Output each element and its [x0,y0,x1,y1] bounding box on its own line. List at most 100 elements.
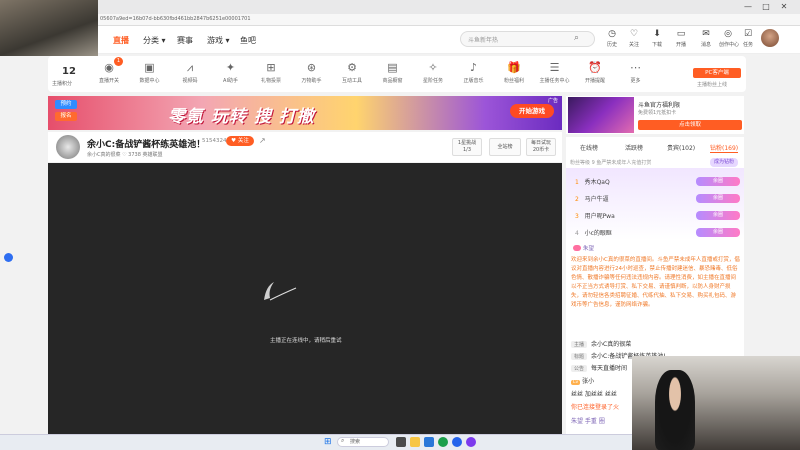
tool-item[interactable]: ▣ 数据中心 [133,61,167,84]
start-game-button[interactable]: 开始游戏 [510,104,554,118]
tab-vip[interactable]: 贵宾(102) [667,143,695,152]
url-text[interactable]: 05607a9ed=16b07d-bb630fbd461bb2847b6251e… [100,16,251,22]
tool-item[interactable]: ⋯ 更多 [619,61,653,84]
tool-label: 礼物投票 [260,78,281,84]
tool-icon: ✦ [225,61,236,74]
search-input[interactable]: 斗鱼新年热 [468,35,498,44]
tool-label: 直播开关 [98,78,119,84]
store-icon[interactable] [424,437,434,447]
rank-row[interactable]: 1 秀木QaQ [575,177,610,186]
app-icon[interactable] [466,437,476,447]
tool-label: 视频码 [182,78,198,84]
follow-button[interactable]: ♥ 关注 [226,136,254,146]
broadcast-label[interactable]: 开播 [670,41,692,48]
banner-headline: 零氪 玩转 搜 打撤 [168,107,315,127]
daily-trial-box[interactable]: 每日试玩 20币卡 [526,138,556,156]
close-button[interactable]: ✕ [778,2,790,12]
star-challenge-box[interactable]: 1星挑战 1/3 [452,138,482,156]
level-label[interactable]: 主播积分 [52,80,72,87]
download-icon[interactable]: ⬇ [648,29,666,39]
download-label[interactable]: 下载 [646,41,668,48]
nav-fishbar[interactable]: 鱼吧 [240,35,256,46]
room-id: 5154324 [202,138,227,144]
tool-icon: ✧ [428,61,438,74]
windows-start-icon[interactable]: ⊞ [324,437,332,447]
pc-client-button[interactable]: PC客户端 [693,68,741,78]
tool-item[interactable]: ✧ 星阶任务 [416,61,450,84]
tool-label: AI助手 [223,78,238,84]
broadcast-icon[interactable]: ▭ [672,29,690,39]
minimize-button[interactable]: — [742,2,754,12]
history-label[interactable]: 历史 [601,41,623,48]
tool-item[interactable]: ⏰ 开播提醒 [578,61,612,84]
creator-icon[interactable]: ◎ [719,29,737,39]
share-icon[interactable]: ↗ [259,136,266,145]
tool-label: 商品橱窗 [382,78,403,84]
tab-active[interactable]: 活跃榜 [625,143,643,152]
tool-icon: ▣ [144,61,155,74]
rank-badge: 余圈 [696,228,740,237]
nav-live[interactable]: 直播 [113,35,129,46]
rank-row[interactable]: 2 马户牛逼 [575,194,609,203]
task-label[interactable]: 任务 [737,41,759,48]
tool-item[interactable]: ◉ 直播开关 [92,61,126,84]
tool-label: 更多 [630,78,641,84]
browser-icon[interactable] [438,437,448,447]
app-icon[interactable] [452,437,462,447]
tool-icon: 🎁 [507,61,521,74]
rank-row[interactable]: 3 用户昵Pwa [575,211,615,220]
tool-icon: ⋯ [630,61,641,74]
webcam-person [655,370,695,450]
right-ad-sub: 免费领1元抵扣卡 [638,110,677,116]
maximize-button[interactable]: □ [760,2,772,12]
loading-icon [264,282,297,301]
search-icon[interactable]: ⌕ [574,33,579,43]
taskview-icon[interactable] [396,437,406,447]
tab-online[interactable]: 在线榜 [580,143,598,152]
rank-badge: 余圈 [696,194,740,203]
chat-username[interactable]: 朱望 [583,244,594,252]
explorer-icon[interactable] [410,437,420,447]
tool-label: 互动工具 [341,78,362,84]
floating-assist-icon[interactable] [4,253,13,262]
tool-item[interactable]: ☰ 主播任务中心 [538,61,572,84]
taskbar-search-label[interactable]: 搜索 [350,438,360,445]
tool-item[interactable]: ⊛ 万物助手 [295,61,329,84]
tool-item[interactable]: ♪ 正版音乐 [457,61,491,84]
tool-icon: ⏰ [588,61,602,74]
task-icon[interactable]: ☑ [739,29,757,39]
tool-label: 粉丝福利 [503,78,524,84]
tool-label: 万物助手 [301,78,322,84]
banner-badge-reserve[interactable]: 预约 [55,100,77,109]
become-diamond-button[interactable]: 成为钻粉 [710,158,738,167]
follow-label[interactable]: 关注 [623,41,645,48]
taskbar-search-icon[interactable]: ⌕ [341,437,344,445]
banner-badge-signup[interactable]: 报名 [55,112,77,121]
tool-icon: ⊛ [306,61,317,74]
nav-games[interactable]: 游戏 ▾ [207,35,230,46]
chat-message: 丝丝 加丝丝 丝丝 [571,391,617,398]
site-rank-box[interactable]: 全站榜 [489,138,521,156]
nav-events[interactable]: 赛事 [177,35,193,46]
streamer-avatar[interactable] [56,135,80,159]
history-icon[interactable]: ◷ [603,29,621,39]
tool-item[interactable]: ⚙ 互动工具 [335,61,369,84]
tool-item[interactable]: ⊞ 礼物投票 [254,61,288,84]
rank-header: 粉丝等级 9 鱼严禁未成年人充值打赏 [570,160,652,166]
level-icon [573,245,581,251]
tool-item[interactable]: ▤ 商品橱窗 [376,61,410,84]
right-ad-image[interactable] [568,97,634,133]
heart-icon[interactable]: ♡ [625,29,643,39]
tab-diamond-fans[interactable]: 钻粉(169) [710,143,738,152]
video-player[interactable] [48,163,562,434]
avatar[interactable] [761,29,779,47]
tool-label: 主播任务中心 [539,78,570,84]
tool-item[interactable]: 🎁 粉丝福利 [497,61,531,84]
taskbar-search[interactable] [337,437,389,447]
tool-item[interactable]: ⩘ 视频码 [173,61,207,84]
claim-button[interactable]: 点击领取 [638,120,742,130]
rank-row[interactable]: 4 小c的眼眶 [575,228,612,237]
nav-category[interactable]: 分类 ▾ [143,35,166,46]
message-icon[interactable]: ✉ [697,29,715,39]
tool-item[interactable]: ✦ AI助手 [214,61,248,84]
